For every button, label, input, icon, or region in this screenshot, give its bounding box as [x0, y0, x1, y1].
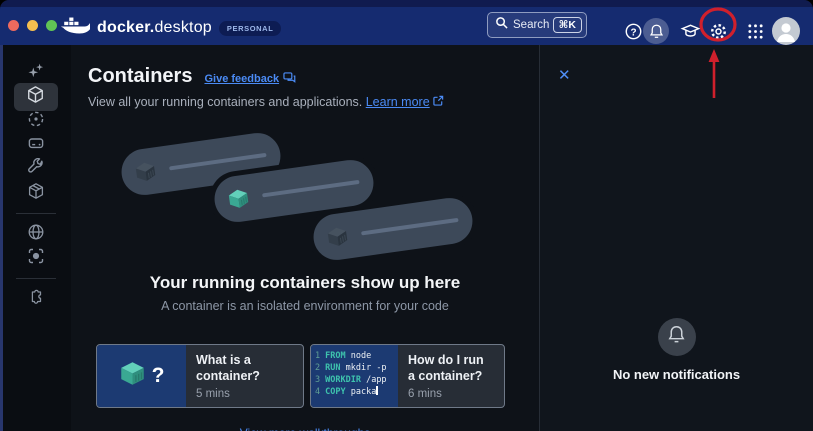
empty-bell-badge	[657, 318, 696, 356]
wrench-icon	[27, 157, 45, 181]
container-cube-icon	[26, 85, 45, 109]
apps-grid-icon[interactable]	[742, 18, 768, 44]
sidebar	[0, 45, 71, 431]
empty-state-illustration	[71, 130, 539, 268]
globe-icon	[27, 223, 45, 246]
minimize-window-button[interactable]	[27, 20, 38, 31]
sidebar-item-docker-scout[interactable]	[14, 246, 58, 270]
app-header: docker.desktop PERSONAL Search ⌘K ?	[0, 7, 813, 45]
teal-cube-icon	[226, 186, 252, 216]
code-line: 1 FROM node	[315, 351, 372, 361]
empty-state-subtext: A container is an isolated environment f…	[161, 299, 449, 313]
text-cursor	[376, 386, 379, 395]
bell-icon	[666, 324, 687, 350]
images-icon	[27, 110, 45, 133]
feedback-chat-icon	[283, 71, 296, 87]
window-controls	[8, 20, 57, 31]
maximize-window-button[interactable]	[46, 20, 57, 31]
card-visual: ?	[97, 345, 186, 407]
external-link-icon	[433, 95, 444, 109]
page-title: Containers	[88, 65, 193, 87]
notifications-bell-icon[interactable]	[643, 18, 669, 44]
teal-cube-icon	[119, 360, 146, 392]
sidebar-item-extensions[interactable]	[14, 287, 58, 311]
code-line: 4 COPY packa	[315, 386, 379, 397]
code-line: 2 RUN mkdir -p	[315, 363, 387, 373]
sparkles-icon	[27, 62, 45, 85]
personal-plan-badge: PERSONAL	[218, 20, 282, 36]
sidebar-item-ask-gordon[interactable]	[14, 61, 58, 85]
learning-center-icon[interactable]	[677, 18, 703, 44]
sidebar-divider	[15, 278, 56, 279]
card-what-is-a-container[interactable]: ? What is a container? 5 mins	[96, 344, 304, 408]
sidebar-item-models[interactable]	[14, 181, 58, 205]
sidebar-item-builds[interactable]	[14, 157, 58, 181]
empty-state-headline: Your running containers show up here	[149, 273, 461, 292]
volumes-drive-icon	[27, 134, 45, 157]
learn-more-link[interactable]: Learn more	[366, 95, 430, 109]
sidebar-item-images[interactable]	[14, 109, 58, 133]
page-subtitle: View all your running containers and app…	[88, 95, 444, 109]
give-feedback-link[interactable]: Give feedback	[204, 71, 296, 87]
card-duration: 5 mins	[196, 387, 230, 400]
question-mark: ?	[151, 364, 165, 387]
scout-scan-icon	[27, 247, 45, 270]
more-walkthroughs-link[interactable]: View more walkthroughs	[71, 426, 539, 431]
gray-cube-icon	[133, 159, 159, 189]
sidebar-item-containers[interactable]	[13, 83, 58, 111]
brand-wordmark: docker.desktop	[97, 19, 212, 36]
window-left-edge	[0, 45, 3, 431]
puzzle-icon	[27, 288, 45, 311]
settings-gear-icon[interactable]	[705, 18, 731, 44]
card-title: How do I run a container?	[408, 353, 484, 384]
sidebar-divider	[15, 213, 56, 214]
gray-cube-icon	[325, 224, 351, 254]
containers-page: Containers Give feedback View all your r…	[71, 45, 539, 431]
search-input[interactable]: Search ⌘K	[487, 12, 587, 38]
notifications-panel: ✕ No new notifications	[540, 45, 813, 431]
walkthrough-cards: ? What is a container? 5 mins 1 FROM node…	[96, 344, 505, 408]
search-placeholder: Search	[513, 19, 550, 31]
search-icon	[495, 16, 508, 34]
card-how-do-i-run-a-container[interactable]: 1 FROM node 2 RUN mkdir -p 3 WORKDIR /app 4…	[310, 344, 505, 408]
brand: docker.desktop PERSONAL	[60, 15, 282, 41]
code-line: 3 WORKDIR /app	[315, 375, 387, 385]
search-shortcut-badge: ⌘K	[552, 17, 582, 33]
card-title: What is a container?	[196, 353, 260, 384]
docker-desktop-window: docker.desktop PERSONAL Search ⌘K ? Cont…	[0, 0, 813, 431]
package-icon	[27, 182, 45, 205]
no-notifications-text: No new notifications	[612, 367, 741, 382]
svg-text:?: ?	[630, 27, 636, 38]
sidebar-item-docker-hub[interactable]	[14, 222, 58, 246]
docker-whale-icon	[60, 15, 92, 41]
titlebar-top-strip	[0, 0, 813, 7]
account-avatar[interactable]	[772, 17, 800, 45]
sidebar-item-volumes[interactable]	[14, 133, 58, 157]
card-duration: 6 mins	[408, 387, 442, 400]
close-panel-icon[interactable]: ✕	[558, 66, 571, 84]
card-code-snippet: 1 FROM node 2 RUN mkdir -p 3 WORKDIR /app 4…	[311, 345, 398, 407]
close-window-button[interactable]	[8, 20, 19, 31]
